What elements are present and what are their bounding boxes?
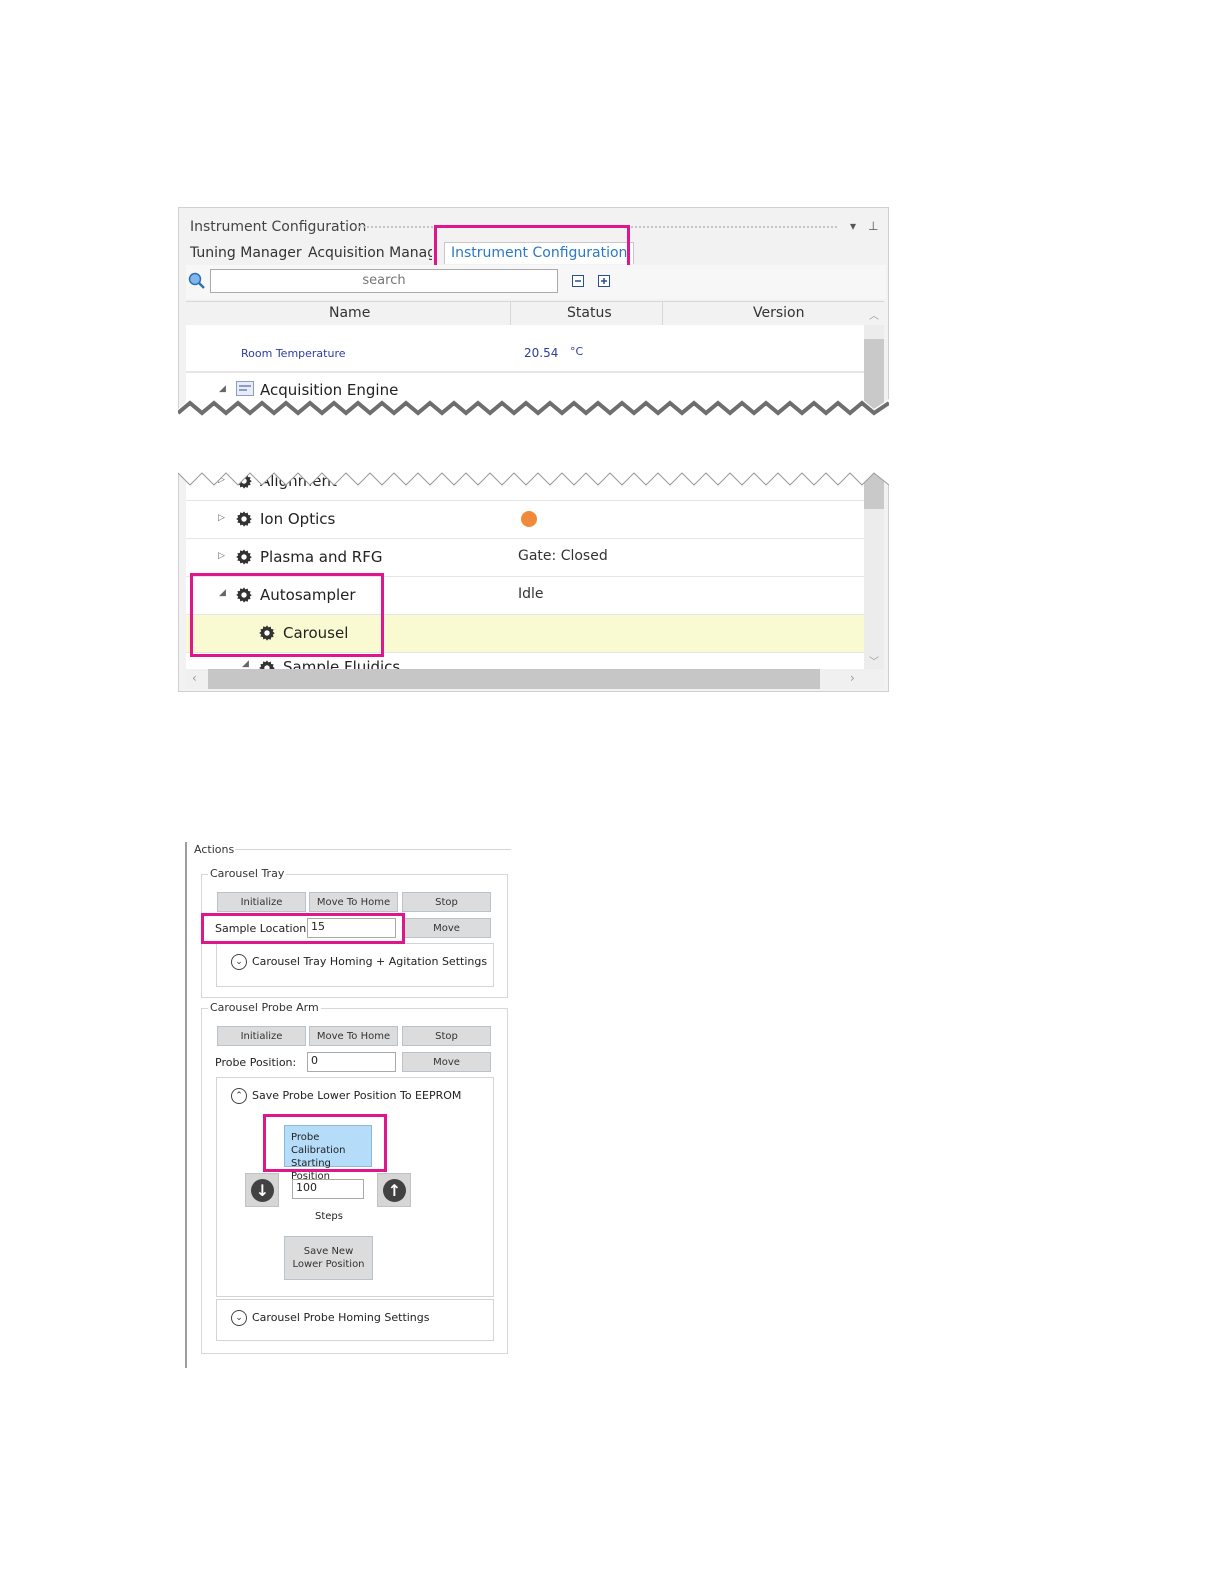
probe-homing-expander[interactable]: ⌄ Carousel Probe Homing Settings bbox=[216, 1299, 494, 1341]
actions-left-rule bbox=[185, 842, 187, 1368]
chevron-down-icon[interactable]: ⌄ bbox=[231, 954, 247, 970]
column-header: Name Status Version ︿ bbox=[186, 301, 884, 327]
column-name[interactable]: Name bbox=[329, 305, 370, 321]
step-up-button[interactable]: ↑ bbox=[377, 1173, 411, 1207]
tree-row-room-temperature[interactable]: Room Temperature 20.54 °C bbox=[186, 337, 864, 373]
tray-homing-expander[interactable]: ⌄ Carousel Tray Homing + Agitation Setti… bbox=[216, 943, 494, 987]
carousel-probe-arm-group: Carousel Probe Arm Initialize Move To Ho… bbox=[201, 1001, 508, 1354]
actions-divider bbox=[235, 849, 511, 850]
arrow-up-icon: ↑ bbox=[383, 1179, 406, 1202]
probe-initialize-button[interactable]: Initialize bbox=[217, 1026, 306, 1046]
tray-initialize-button[interactable]: Initialize bbox=[217, 892, 306, 912]
steps-label: Steps bbox=[315, 1211, 343, 1222]
highlight-box-probe-calibration bbox=[263, 1114, 387, 1172]
probe-move-button[interactable]: Move bbox=[402, 1052, 491, 1072]
room-temperature-label: Room Temperature bbox=[241, 347, 346, 360]
expand-triangle-icon[interactable]: ▷ bbox=[218, 551, 225, 561]
save-line1: Save New bbox=[303, 1246, 354, 1257]
highlight-box-autosampler bbox=[190, 573, 384, 657]
probe-homing-label: Carousel Probe Homing Settings bbox=[252, 1311, 430, 1324]
scroll-right-icon[interactable]: › bbox=[850, 671, 855, 685]
chevron-down-icon[interactable]: ⌄ bbox=[231, 1310, 247, 1326]
expand-triangle-icon[interactable]: ▷ bbox=[218, 513, 225, 523]
tray-move-button[interactable]: Move bbox=[402, 918, 491, 938]
tab-tuning-manager[interactable]: Tuning Manager bbox=[190, 245, 302, 261]
torn-edge-bottom bbox=[178, 463, 889, 486]
tree-row-ion-optics[interactable]: ▷ Ion Optics bbox=[186, 501, 864, 540]
save-new-lower-position-button[interactable]: Save New Lower Position bbox=[284, 1236, 373, 1280]
instrument-configuration-panel: Instrument Configuration ▾ ⊥ Tuning Mana… bbox=[178, 207, 889, 693]
tab-acquisition-manager[interactable]: Acquisition Manager bbox=[308, 245, 432, 261]
arrow-down-icon: ↓ bbox=[251, 1179, 274, 1202]
save-probe-eeprom-label: Save Probe Lower Position To EEPROM bbox=[252, 1089, 462, 1102]
probe-move-home-button[interactable]: Move To Home bbox=[309, 1026, 398, 1046]
torn-edge-top bbox=[178, 399, 889, 423]
hscroll-thumb[interactable] bbox=[208, 669, 820, 689]
collapse-all-icon[interactable] bbox=[572, 275, 584, 287]
probe-position-label: Probe Position: bbox=[215, 1056, 297, 1069]
scroll-left-icon[interactable]: ‹ bbox=[192, 671, 197, 685]
steps-input[interactable]: 100 bbox=[292, 1179, 364, 1199]
tray-stop-button[interactable]: Stop bbox=[402, 892, 491, 912]
search-input[interactable] bbox=[210, 269, 558, 293]
collapse-triangle-icon[interactable]: ◢ bbox=[242, 659, 249, 669]
pin-icon[interactable]: ⊥ bbox=[868, 219, 878, 233]
save-probe-eeprom-expander: ⌃ Save Probe Lower Position To EEPROM Pr… bbox=[216, 1077, 494, 1297]
gear-icon bbox=[259, 660, 275, 669]
room-temperature-unit: °C bbox=[570, 345, 584, 358]
actions-panel: Actions Carousel Tray Initialize Move To… bbox=[183, 838, 513, 1372]
dropdown-icon[interactable]: ▾ bbox=[850, 219, 856, 233]
probe-position-input[interactable]: 0 bbox=[307, 1052, 396, 1072]
horizontal-scrollbar[interactable]: ‹ › bbox=[186, 669, 884, 689]
plasma-rfg-label: Plasma and RFG bbox=[260, 548, 383, 566]
vertical-scrollbar-bottom[interactable]: ﹀ bbox=[864, 469, 884, 669]
scroll-down-icon[interactable]: ﹀ bbox=[869, 653, 879, 668]
highlight-box-sample-location bbox=[201, 913, 405, 944]
autosampler-status: Idle bbox=[518, 586, 544, 602]
plasma-rfg-status: Gate: Closed bbox=[518, 548, 608, 564]
column-status[interactable]: Status bbox=[567, 305, 612, 321]
sample-fluidics-label: Sample Fluidics bbox=[283, 658, 401, 669]
gear-icon bbox=[236, 549, 252, 565]
chevron-up-icon[interactable]: ⌃ bbox=[231, 1088, 247, 1104]
carousel-tray-title: Carousel Tray bbox=[208, 867, 287, 880]
gear-icon bbox=[236, 511, 252, 527]
step-down-button[interactable]: ↓ bbox=[245, 1173, 279, 1207]
expand-all-icon[interactable] bbox=[598, 275, 610, 287]
status-dot-orange bbox=[521, 511, 537, 527]
search-bar bbox=[186, 265, 886, 299]
ion-optics-label: Ion Optics bbox=[260, 510, 336, 528]
actions-title: Actions bbox=[194, 843, 235, 856]
probe-stop-button[interactable]: Stop bbox=[402, 1026, 491, 1046]
tray-homing-label: Carousel Tray Homing + Agitation Setting… bbox=[252, 955, 488, 968]
save-line2: Lower Position bbox=[292, 1259, 365, 1270]
search-icon[interactable] bbox=[188, 272, 206, 290]
panel-title: Instrument Configuration bbox=[190, 219, 367, 235]
column-version[interactable]: Version bbox=[753, 305, 804, 321]
room-temperature-value: 20.54 bbox=[524, 346, 559, 360]
scroll-up-icon[interactable]: ︿ bbox=[869, 307, 879, 322]
probe-arm-title: Carousel Probe Arm bbox=[208, 1001, 321, 1014]
tray-move-home-button[interactable]: Move To Home bbox=[309, 892, 398, 912]
